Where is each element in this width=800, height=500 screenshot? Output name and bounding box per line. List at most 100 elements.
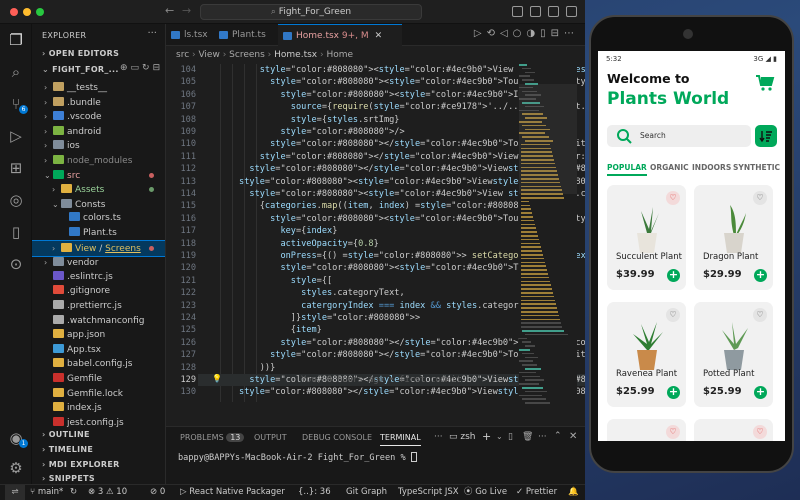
code-line[interactable]: ]}style="color:#808080">>	[208, 312, 420, 324]
add-to-cart-button[interactable]: +	[754, 386, 767, 399]
tree-item[interactable]: App.tsx	[32, 343, 165, 358]
snippets-section[interactable]: › SNIPPETS	[42, 474, 95, 483]
panel-more-icon[interactable]: ···	[434, 432, 443, 442]
tree-item[interactable]: index.js	[32, 401, 165, 416]
close-panel-icon[interactable]: ✕	[569, 431, 577, 442]
search-icon[interactable]: ⌕	[6, 62, 26, 82]
category-tab-indoors[interactable]: INDOORS	[692, 163, 731, 172]
terminal-shell-select[interactable]: ▭ zsh	[449, 432, 476, 442]
tree-item[interactable]: › __tests__	[32, 80, 165, 95]
editor-actions[interactable]: ▷⟲◁○◑▯⊟⋯	[474, 28, 579, 39]
breadcrumb-item[interactable]: src	[176, 50, 189, 60]
code-line[interactable]: key={index}	[208, 225, 337, 237]
maximize-panel-icon[interactable]: ⌃	[554, 431, 562, 441]
cursor-position[interactable]: {..}: 36	[298, 485, 331, 500]
tree-item[interactable]: .eslintrc.js	[32, 270, 165, 285]
tree-item[interactable]: Gemfile.lock	[32, 387, 165, 402]
ports-indicator[interactable]: ⊘ 0	[150, 485, 165, 500]
tree-item[interactable]: ⌄ src	[32, 168, 165, 183]
add-to-cart-button[interactable]: +	[667, 386, 680, 399]
tab-home-tsx[interactable]: Home.tsx 9+, M ✕	[278, 24, 402, 46]
code-line[interactable]: catergoryIndex === index && styles.categ…	[208, 300, 555, 312]
code-line[interactable]: activeOpacity={0.8}	[208, 238, 378, 250]
open-editors-section[interactable]: › OPEN EDITORS	[42, 49, 119, 58]
sync-icon[interactable]: ↻	[70, 485, 77, 500]
forward-arrow-icon[interactable]: →	[182, 4, 191, 17]
panel-tab-debug-console[interactable]: DEBUG CONSOLE	[302, 433, 372, 442]
close-window-button[interactable]	[10, 8, 18, 16]
branch-indicator[interactable]: ⑂ main*	[30, 485, 63, 500]
tree-item[interactable]: babel.config.js	[32, 357, 165, 372]
minimize-window-button[interactable]	[23, 8, 31, 16]
product-card[interactable]: ♡ Succulent Plant $39.99 +	[607, 185, 686, 290]
product-card[interactable]: ♡ Dragon Plant $29.99 +	[694, 185, 773, 290]
customize-layout-icon[interactable]	[566, 6, 577, 17]
source-control-icon[interactable]: ⑂ 6	[6, 94, 28, 114]
tab-ls-tsx[interactable]: ls.tsx	[166, 24, 214, 46]
add-to-cart-button[interactable]: +	[754, 269, 767, 282]
category-tab-organic[interactable]: ORGANIC	[650, 163, 689, 172]
tree-item[interactable]: colors.ts	[32, 211, 165, 226]
code-line[interactable]: {categories.map((item, index) =style="co…	[208, 200, 550, 212]
git-graph-icon[interactable]: ◎	[6, 190, 26, 210]
files-icon[interactable]: ❐	[6, 30, 26, 50]
search-bar[interactable]: Search	[607, 125, 751, 147]
tree-item[interactable]: Gemfile	[32, 372, 165, 387]
layout-toggle-icon[interactable]	[512, 6, 523, 17]
tree-item[interactable]: › ios	[32, 138, 165, 153]
settings-gear-icon[interactable]: ⚙	[6, 458, 26, 478]
heart-icon[interactable]: ♡	[753, 191, 767, 205]
tree-item[interactable]: › .bundle	[32, 95, 165, 110]
minimap[interactable]	[519, 64, 577, 426]
tree-item[interactable]: Plant.ts	[32, 226, 165, 241]
panel-tab-terminal[interactable]: TERMINAL	[380, 433, 421, 446]
cart-icon[interactable]	[755, 73, 775, 93]
terminal-dropdown-icon[interactable]: ⌄	[496, 432, 503, 441]
tree-item[interactable]: ⌄ Consts	[32, 197, 165, 212]
sort-button[interactable]	[755, 125, 777, 147]
code-line[interactable]: style="color:#808080"><style="color:#4ec…	[208, 89, 539, 101]
breadcrumb-item[interactable]: Home	[326, 50, 353, 60]
breadcrumb-item[interactable]: View	[198, 50, 219, 60]
new-terminal-icon[interactable]: +	[482, 430, 491, 443]
tree-item[interactable]: › android	[32, 124, 165, 139]
device-icon[interactable]: ▯	[6, 222, 26, 242]
timeline-section[interactable]: › TIMELINE	[42, 445, 93, 454]
kill-terminal-icon[interactable]: 🗑	[522, 432, 533, 442]
heart-icon[interactable]: ♡	[666, 308, 680, 322]
mdi-explorer-section[interactable]: › MDI EXPLORER	[42, 460, 120, 469]
explorer-actions[interactable]: ⊕▭↻⊟	[120, 63, 163, 73]
code-line[interactable]: style="color:#808080"><style="color:#4ec…	[208, 262, 534, 274]
packager-indicator[interactable]: ▷ React Native Packager	[180, 485, 285, 500]
tree-item[interactable]: .prettierrc.js	[32, 299, 165, 314]
panel-more-icon-2[interactable]: ···	[538, 432, 547, 442]
split-terminal-icon[interactable]: ▯	[508, 432, 513, 442]
maximize-window-button[interactable]	[36, 8, 44, 16]
breadcrumb-item[interactable]: Home.tsx	[274, 50, 317, 60]
minimap-slider[interactable]	[519, 84, 577, 194]
category-tab-popular[interactable]: POPULAR	[607, 163, 647, 176]
notifications-icon[interactable]: 🔔	[568, 485, 579, 500]
breadcrumb-item[interactable]: Screens	[229, 50, 265, 60]
heart-icon[interactable]: ♡	[666, 191, 680, 205]
panel-tab-problems[interactable]: PROBLEMS 13	[180, 433, 245, 442]
category-tab-synthetic[interactable]: SYNTHETIC	[733, 163, 780, 172]
tree-item[interactable]: › View / Screens	[32, 239, 165, 257]
remote-indicator-icon[interactable]: ⇌	[5, 485, 25, 500]
git-graph-button[interactable]: Git Graph	[346, 485, 387, 500]
close-tab-icon[interactable]: ✕	[375, 31, 383, 41]
remote-explorer-icon[interactable]: ⊙	[6, 254, 26, 274]
command-center-search[interactable]: ⌕ Fight_For_Green	[200, 4, 422, 20]
problems-indicator[interactable]: ⊗ 3 ⚠ 10	[88, 485, 127, 500]
tree-item[interactable]: .watchmanconfig	[32, 314, 165, 329]
sidebar-toggle-icon[interactable]	[530, 6, 541, 17]
product-card[interactable]: ♡	[607, 419, 686, 441]
tree-item[interactable]: › node_modules	[32, 153, 165, 168]
tree-item[interactable]: jest.config.js	[32, 416, 165, 431]
product-card[interactable]: ♡ Ravenea Plant $25.99 +	[607, 302, 686, 407]
heart-icon[interactable]: ♡	[666, 425, 680, 439]
terminal-output[interactable]: bappy@BAPPYs-MacBook-Air-2 Fight_For_Gre…	[178, 452, 417, 463]
tree-item[interactable]: app.json	[32, 328, 165, 343]
code-line[interactable]: ))}	[208, 362, 276, 374]
extensions-icon[interactable]: ⊞	[6, 158, 26, 178]
